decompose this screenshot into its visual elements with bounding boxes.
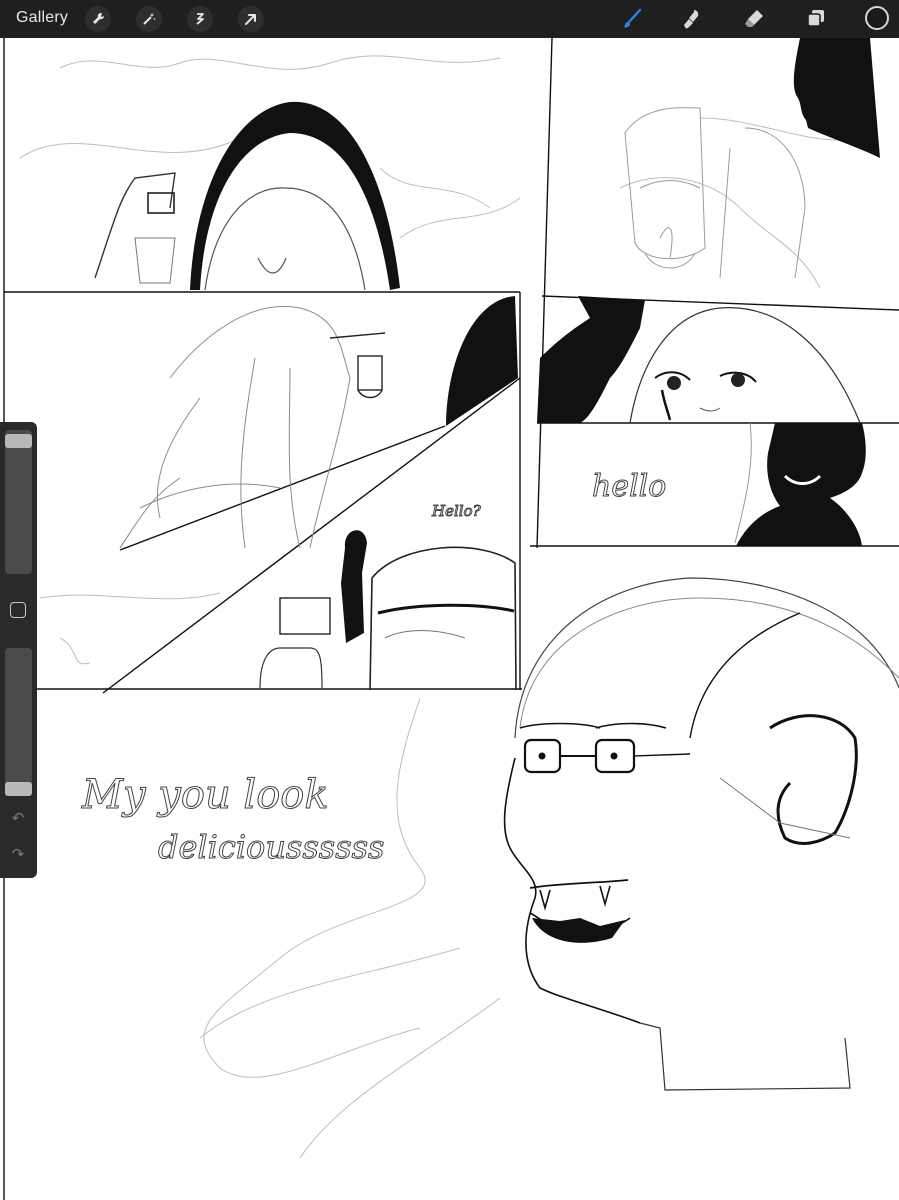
smudge-button[interactable]: [678, 5, 706, 33]
undo-icon: ↶: [11, 810, 25, 827]
layers-icon: [807, 10, 824, 27]
wrench-icon: [93, 12, 105, 24]
selection-button[interactable]: [187, 6, 213, 32]
redo-icon: ↷: [11, 846, 25, 863]
undo-button[interactable]: ↶: [8, 810, 28, 828]
my-you-look-text: My you look: [81, 772, 329, 818]
delicious-text: delicioussssss: [158, 828, 384, 866]
eraser-icon: [745, 10, 763, 27]
brush-size-thumb[interactable]: [5, 434, 32, 448]
top-toolbar: Gallery: [0, 0, 899, 38]
transform-button[interactable]: [238, 6, 264, 32]
drawing-canvas[interactable]: Hello? hello My you look delicioussssss: [0, 38, 899, 1200]
smudge-icon: [684, 10, 699, 29]
magic-wand-icon: [143, 13, 156, 25]
comic-sketch-artwork[interactable]: Hello? hello My you look delicioussssss: [0, 38, 899, 1200]
left-sidebar: ↶ ↷: [0, 422, 37, 878]
opacity-thumb[interactable]: [5, 782, 32, 796]
opacity-slider[interactable]: [5, 648, 32, 792]
actions-button[interactable]: [85, 6, 111, 32]
eraser-button[interactable]: [740, 5, 768, 33]
adjustments-button[interactable]: [136, 6, 162, 32]
gallery-button[interactable]: Gallery: [16, 9, 68, 27]
brush-size-slider[interactable]: [5, 430, 32, 574]
hello-question-text: Hello?: [431, 502, 482, 520]
brush-icon: [623, 8, 642, 28]
transform-arrow-icon: [245, 14, 256, 25]
brush-button[interactable]: [618, 5, 646, 33]
selection-icon: [196, 13, 204, 25]
layers-button[interactable]: [802, 5, 830, 33]
modify-button[interactable]: [10, 602, 26, 618]
redo-button[interactable]: ↷: [8, 846, 28, 864]
hello-text: hello: [592, 469, 666, 504]
color-button[interactable]: [865, 6, 889, 30]
